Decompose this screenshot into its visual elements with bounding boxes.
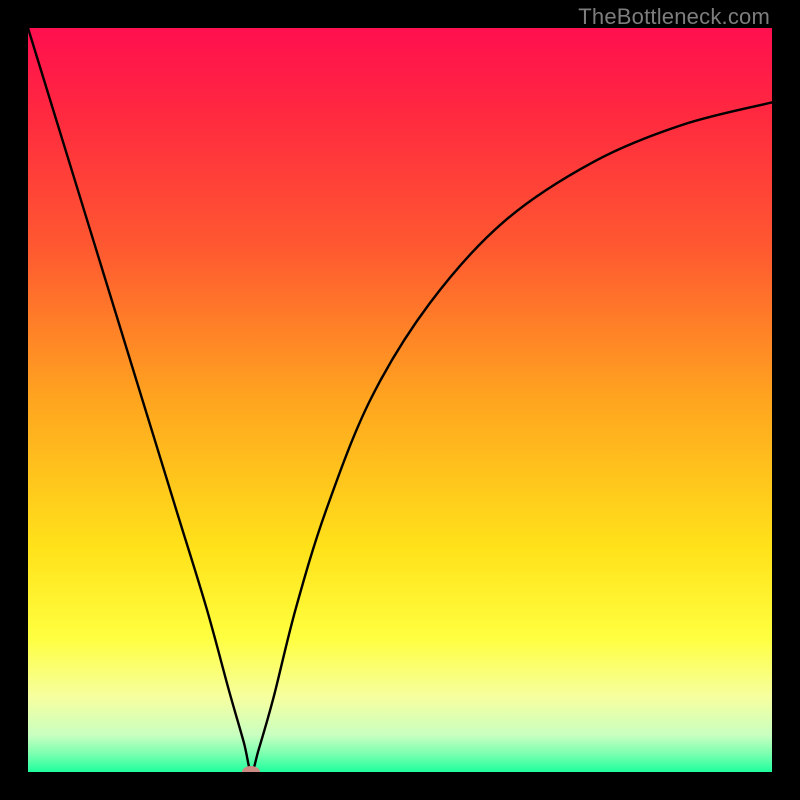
minimum-marker bbox=[242, 766, 260, 772]
watermark-text: TheBottleneck.com bbox=[578, 4, 770, 30]
bottleneck-curve bbox=[28, 28, 772, 772]
plot-area bbox=[28, 28, 772, 772]
chart-frame: TheBottleneck.com bbox=[0, 0, 800, 800]
